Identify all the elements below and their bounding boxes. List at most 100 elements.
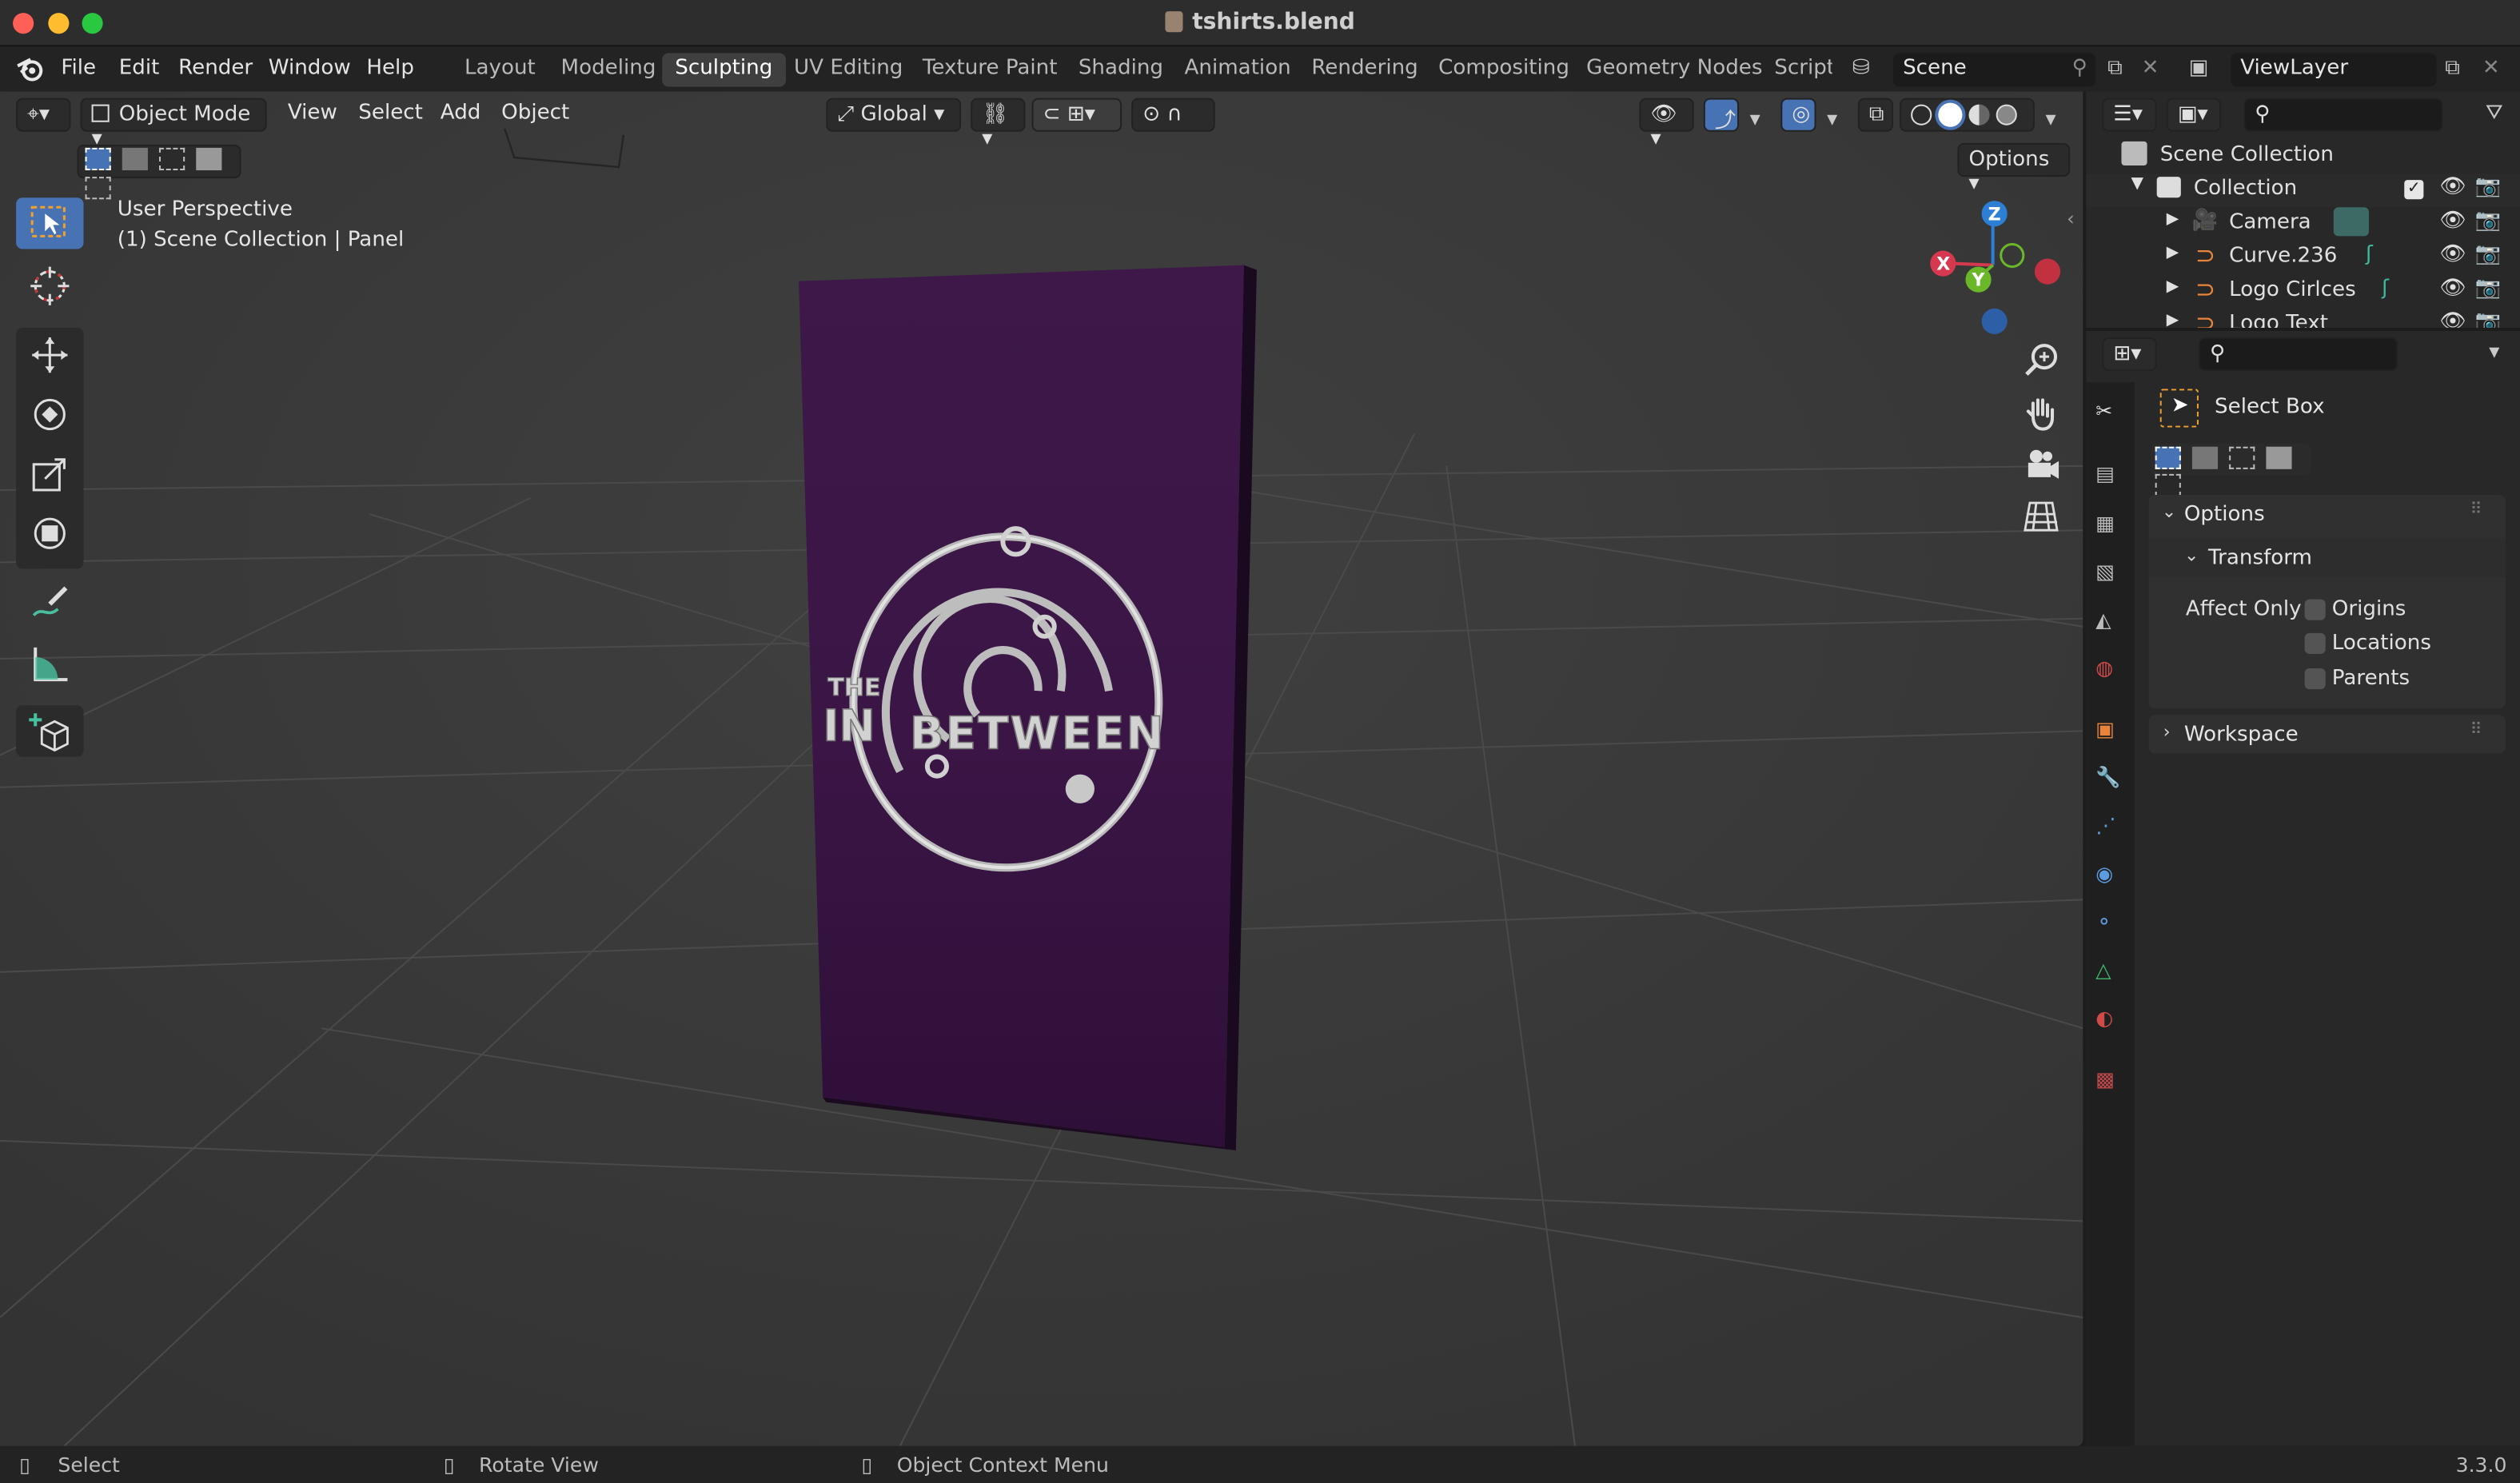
outliner-display-mode[interactable]: ▣▾ bbox=[2166, 98, 2222, 132]
outliner-row-camera[interactable]: ▶ 🎥 Camera 👁 📷 bbox=[2086, 207, 2520, 241]
select-invert-icon[interactable] bbox=[2266, 446, 2292, 469]
select-box-tool[interactable] bbox=[16, 197, 84, 249]
include-checkbox[interactable]: ✓ bbox=[2404, 180, 2424, 200]
blender-logo-icon[interactable] bbox=[16, 56, 45, 82]
properties-editor-type[interactable]: ⊞▾ bbox=[2102, 337, 2157, 372]
new-view-layer-icon[interactable]: ⧉ bbox=[2436, 53, 2468, 85]
menu-edit[interactable]: Edit bbox=[119, 56, 160, 80]
constraints-tab-icon[interactable]: ⚬ bbox=[2095, 909, 2112, 933]
mode-dropdown[interactable]: Object Mode ▾ bbox=[80, 98, 267, 151]
expand-arrow-icon[interactable]: ▶ bbox=[2167, 244, 2179, 261]
select-subtract-icon[interactable] bbox=[159, 147, 185, 171]
eye-icon[interactable]: 👁 bbox=[2439, 175, 2466, 199]
rendered-shading-icon[interactable] bbox=[1996, 104, 2018, 126]
add-cube-tool[interactable] bbox=[16, 705, 84, 757]
tab-shading[interactable]: Shading bbox=[1066, 53, 1176, 86]
outliner-row-scene-collection[interactable]: Scene Collection bbox=[2086, 140, 2520, 173]
select-intersect-icon[interactable] bbox=[2155, 473, 2181, 496]
select-new-icon[interactable] bbox=[85, 147, 111, 171]
physics-tab-icon[interactable]: ◉ bbox=[2095, 861, 2113, 885]
orientation-dropdown[interactable]: ⤢ Global ▾ bbox=[826, 98, 962, 132]
render-camera-icon[interactable]: 📷 bbox=[2475, 209, 2502, 233]
tab-geometry-nodes[interactable]: Geometry Nodes bbox=[1573, 53, 1776, 86]
pan-button[interactable] bbox=[2019, 390, 2063, 435]
select-new-icon[interactable] bbox=[2155, 446, 2181, 469]
workspace-panel-header[interactable]: › Workspace ⠿ bbox=[2148, 715, 2506, 754]
select-invert-icon[interactable] bbox=[197, 147, 223, 171]
render-tab-icon[interactable]: ▤ bbox=[2095, 461, 2115, 485]
options-dropdown[interactable]: Options ▾ bbox=[1957, 142, 2071, 196]
tab-modeling[interactable]: Modeling bbox=[548, 53, 668, 86]
curve-data-icon[interactable]: ʃ bbox=[2366, 242, 2373, 266]
select-intersect-icon[interactable] bbox=[85, 177, 111, 200]
view-layer-type-icon[interactable]: ▣ bbox=[2183, 53, 2215, 85]
menu-help[interactable]: Help bbox=[366, 56, 414, 80]
view-layer-tab-icon[interactable]: ▧ bbox=[2095, 559, 2115, 583]
wireframe-shading-icon[interactable] bbox=[1911, 104, 1932, 126]
rotate-tool[interactable] bbox=[16, 387, 83, 438]
cursor-tool[interactable] bbox=[16, 259, 83, 310]
tab-rendering[interactable]: Rendering bbox=[1298, 53, 1431, 86]
parents-checkbox[interactable] bbox=[2304, 668, 2326, 690]
filter-icon[interactable]: ⛛ bbox=[2478, 98, 2510, 130]
tab-sculpting[interactable]: Sculpting bbox=[662, 53, 786, 87]
outliner-row-logo-text[interactable]: ▶ ⊃ Logo Text 👁 📷 bbox=[2086, 309, 2520, 328]
curve-data-icon[interactable]: ʃ bbox=[2382, 277, 2389, 301]
outliner-row-collection[interactable]: ▼ Collection ✓ 👁 📷 bbox=[2086, 173, 2520, 208]
select-extend-icon[interactable] bbox=[122, 147, 149, 171]
overlay-dropdown[interactable]: ▾ bbox=[1816, 105, 1848, 137]
outliner-editor-type[interactable]: ☰▾ bbox=[2102, 98, 2157, 132]
new-scene-icon[interactable]: ⧉ bbox=[2099, 53, 2131, 85]
menu-add[interactable]: Add bbox=[441, 102, 481, 126]
render-camera-icon[interactable]: 📷 bbox=[2475, 242, 2502, 266]
move-tool[interactable] bbox=[16, 328, 83, 379]
camera-data-icon[interactable] bbox=[2333, 207, 2370, 237]
zoom-button[interactable] bbox=[2019, 337, 2063, 382]
shading-dropdown[interactable]: ▾ bbox=[2035, 105, 2067, 137]
properties-search-input[interactable]: ⚲ bbox=[2198, 337, 2398, 372]
tool-tab-icon[interactable]: ✂ bbox=[2095, 398, 2112, 422]
outliner-search-input[interactable]: ⚲ bbox=[2243, 98, 2443, 132]
scene-tab-icon[interactable]: ◭ bbox=[2095, 608, 2111, 632]
data-tab-icon[interactable]: △ bbox=[2095, 958, 2111, 982]
expand-arrow-icon[interactable]: ▼ bbox=[2131, 175, 2143, 193]
delete-view-layer-icon[interactable]: ✕ bbox=[2475, 53, 2507, 85]
particles-tab-icon[interactable]: ⋰ bbox=[2095, 813, 2115, 837]
properties-options-dropdown[interactable]: ▾ bbox=[2478, 337, 2510, 369]
material-shading-icon[interactable] bbox=[1969, 104, 1991, 126]
tab-uv-editing[interactable]: UV Editing bbox=[781, 53, 916, 86]
proportional-edit[interactable]: ⊙ ∩ bbox=[1131, 98, 1215, 132]
menu-window[interactable]: Window bbox=[269, 56, 351, 80]
drag-handle-icon[interactable]: ⠿ bbox=[2470, 501, 2482, 519]
eye-icon[interactable]: 👁 bbox=[2439, 310, 2466, 328]
sidebar-toggle-icon[interactable]: ‹ bbox=[2067, 207, 2075, 229]
locations-checkbox[interactable] bbox=[2304, 632, 2326, 654]
eye-icon[interactable]: 👁 bbox=[2439, 209, 2466, 233]
snap-toggle[interactable]: ⊂ ⊞▾ bbox=[1031, 98, 1122, 132]
modifier-tab-icon[interactable]: 🔧 bbox=[2095, 765, 2120, 791]
object-tab-icon[interactable]: ▣ bbox=[2095, 716, 2115, 740]
render-camera-icon[interactable]: 📷 bbox=[2475, 277, 2502, 301]
outliner-row-curve[interactable]: ▶ ⊃ Curve.236 ʃ 👁 📷 bbox=[2086, 241, 2520, 274]
scale-tool[interactable] bbox=[16, 447, 83, 498]
drag-handle-icon[interactable]: ⠿ bbox=[2470, 721, 2482, 739]
eye-icon[interactable]: 👁 bbox=[2439, 242, 2466, 266]
gizmo-toggle[interactable]: ⤴ bbox=[1703, 98, 1740, 134]
viewport-scene[interactable]: THE IN BETWEEN Z X Y bbox=[0, 91, 2083, 1446]
measure-tool[interactable] bbox=[16, 638, 83, 689]
tab-layout[interactable]: Layout bbox=[452, 53, 548, 86]
delete-scene-icon[interactable]: ✕ bbox=[2135, 53, 2167, 85]
render-camera-icon[interactable]: 📷 bbox=[2475, 310, 2502, 328]
ortho-toggle-button[interactable] bbox=[2019, 495, 2063, 540]
expand-arrow-icon[interactable]: ▶ bbox=[2167, 210, 2179, 228]
tab-animation[interactable]: Animation bbox=[1171, 53, 1303, 86]
3d-viewport[interactable]: THE IN BETWEEN Z X Y User Perspective (1… bbox=[0, 91, 2083, 1446]
pin-icon[interactable]: ⚲ bbox=[2063, 53, 2095, 85]
origins-checkbox[interactable] bbox=[2304, 599, 2326, 620]
xray-toggle[interactable]: ⧉ bbox=[1857, 98, 1894, 132]
material-tab-icon[interactable]: ◐ bbox=[2095, 1006, 2113, 1030]
select-subtract-icon[interactable] bbox=[2229, 446, 2255, 469]
view-layer-field[interactable]: ViewLayer bbox=[2231, 53, 2437, 87]
menu-object[interactable]: Object bbox=[501, 102, 569, 126]
options-panel-header[interactable]: ⌄ Options ⠿ bbox=[2149, 495, 2506, 533]
